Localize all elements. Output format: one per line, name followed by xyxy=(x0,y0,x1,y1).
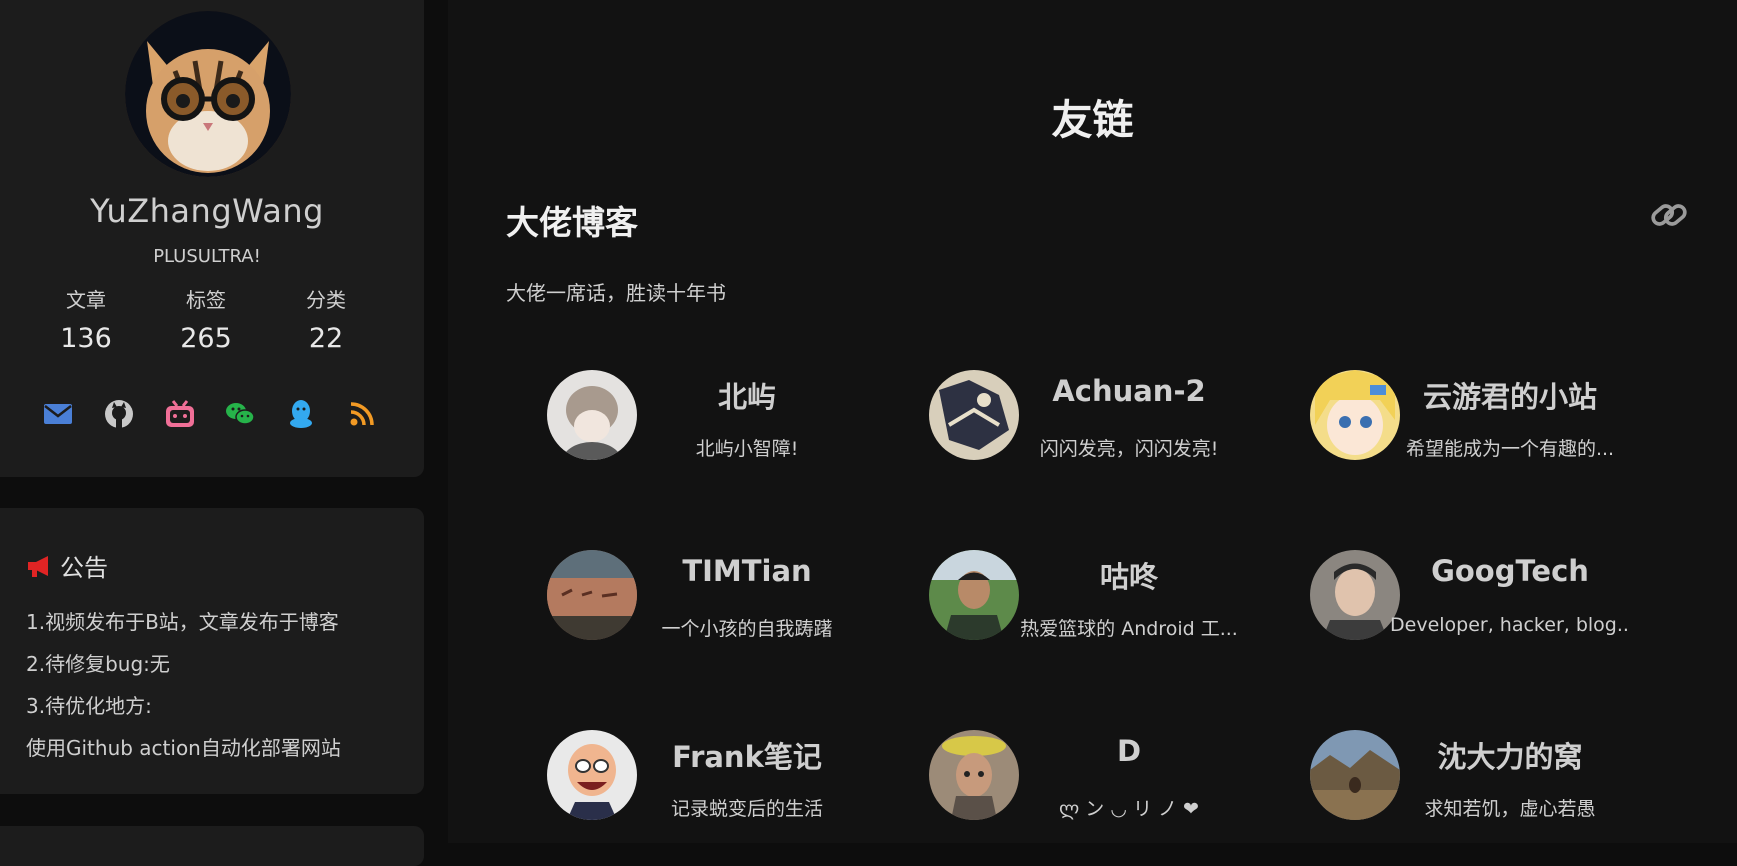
stat-value: 136 xyxy=(60,323,112,354)
friend-link-card[interactable]: GoogTech Developer, hacker, blog... xyxy=(1310,550,1690,660)
friend-description: Developer, hacker, blog... xyxy=(1390,614,1630,636)
friend-name: Frank笔记 xyxy=(672,740,822,774)
friend-link-card[interactable]: Achuan-2 闪闪发亮，闪闪发亮! xyxy=(929,370,1309,480)
friend-avatar xyxy=(547,370,637,460)
friend-description: 求知若饥，虚心若愚 xyxy=(1424,798,1596,820)
section-title: 大佬博客 xyxy=(506,203,638,242)
section-description: 大佬一席话，胜读十年书 xyxy=(506,281,726,305)
friend-name: 沈大力的窝 xyxy=(1437,740,1583,774)
main-content: 友链 大佬博客 大佬一席话，胜读十年书 北屿 北屿小智障! Achuan-2 闪… xyxy=(448,0,1737,843)
author-description: PLUSULTRA! xyxy=(153,246,261,267)
friend-description: 热爱篮球的 Android 工... xyxy=(1020,618,1238,640)
friend-link-card[interactable]: D ლ ン ◡ リ ノ ❤ xyxy=(929,730,1309,840)
friend-description: 希望能成为一个有趣的... xyxy=(1405,438,1615,460)
stat-value: 22 xyxy=(308,323,344,354)
friend-name: D xyxy=(1116,734,1142,768)
author-avatar[interactable] xyxy=(125,11,291,177)
friend-name: 咕咚 xyxy=(1099,560,1158,594)
qq-icon[interactable] xyxy=(283,396,319,432)
rss-icon[interactable] xyxy=(344,396,380,432)
friend-avatar xyxy=(929,370,1019,460)
stat-value: 265 xyxy=(180,323,232,354)
bilibili-icon[interactable] xyxy=(162,396,198,432)
friend-avatar xyxy=(929,550,1019,640)
github-icon[interactable] xyxy=(101,396,137,432)
friend-name: 云游君的小站 xyxy=(1422,380,1597,414)
mail-icon[interactable] xyxy=(40,396,76,432)
stat-articles[interactable]: 文章 136 xyxy=(26,284,146,354)
stat-label: 标签 xyxy=(186,288,226,312)
friend-description: 记录蜕变后的生活 xyxy=(670,798,823,820)
friend-avatar xyxy=(547,730,637,820)
friend-link-card[interactable]: 沈大力的窝 求知若饥，虚心若愚 xyxy=(1310,730,1690,840)
friend-description: 北屿小智障! xyxy=(695,438,799,460)
friend-avatar xyxy=(1310,550,1400,640)
stat-tags[interactable]: 标签 265 xyxy=(146,284,266,354)
announcement-card: 公告 1.视频发布于B站，文章发布于博客 2.待修复bug:无 3.待优化地方:… xyxy=(0,508,424,794)
sidebar-card xyxy=(0,826,424,866)
stat-categories[interactable]: 分类 22 xyxy=(266,284,386,354)
social-links xyxy=(40,396,380,432)
friend-avatar xyxy=(547,550,637,640)
announcement-title-text: 公告 xyxy=(60,554,108,582)
friend-link-card[interactable]: 北屿 北屿小智障! xyxy=(547,370,927,480)
announcement-title: 公告 xyxy=(26,548,108,583)
announcement-line: 使用Github action自动化部署网站 xyxy=(26,736,341,760)
link-icon[interactable] xyxy=(1648,194,1690,236)
profile-card: YuZhangWang PLUSULTRA! 文章 136 标签 265 分类 … xyxy=(0,0,424,477)
friend-description: ლ ン ◡ リ ノ ❤ xyxy=(1059,798,1199,820)
wechat-icon[interactable] xyxy=(222,396,258,432)
friend-name: GoogTech xyxy=(1431,554,1589,588)
sidebar: YuZhangWang PLUSULTRA! 文章 136 标签 265 分类 … xyxy=(0,0,424,866)
announcement-line: 2.待修复bug:无 xyxy=(26,652,170,676)
friend-avatar xyxy=(1310,730,1400,820)
author-name: YuZhangWang xyxy=(90,192,324,230)
author-stats: 文章 136 标签 265 分类 22 xyxy=(26,284,386,354)
friend-avatar xyxy=(1310,370,1400,460)
stat-label: 分类 xyxy=(306,288,346,312)
megaphone-icon xyxy=(28,555,48,577)
friend-link-card[interactable]: 咕咚 热爱篮球的 Android 工... xyxy=(929,550,1309,660)
friend-description: 一个小孩的自我踌躇 xyxy=(661,618,833,640)
friend-link-card[interactable]: 云游君的小站 希望能成为一个有趣的... xyxy=(1310,370,1690,480)
friend-name: Achuan-2 xyxy=(1052,374,1206,408)
announcement-line: 3.待优化地方: xyxy=(26,694,152,718)
stat-label: 文章 xyxy=(66,288,106,312)
friend-avatar xyxy=(929,730,1019,820)
announcement-line: 1.视频发布于B站，文章发布于博客 xyxy=(26,610,339,634)
friend-link-card[interactable]: TIMTian 一个小孩的自我踌躇 xyxy=(547,550,927,660)
cat-avatar-image xyxy=(125,11,291,177)
friend-link-card[interactable]: Frank笔记 记录蜕变后的生活 xyxy=(547,730,927,840)
page-title: 友链 xyxy=(1051,96,1134,144)
friend-name: 北屿 xyxy=(717,380,776,414)
friend-description: 闪闪发亮，闪闪发亮! xyxy=(1039,438,1219,460)
friend-name: TIMTian xyxy=(682,554,812,588)
